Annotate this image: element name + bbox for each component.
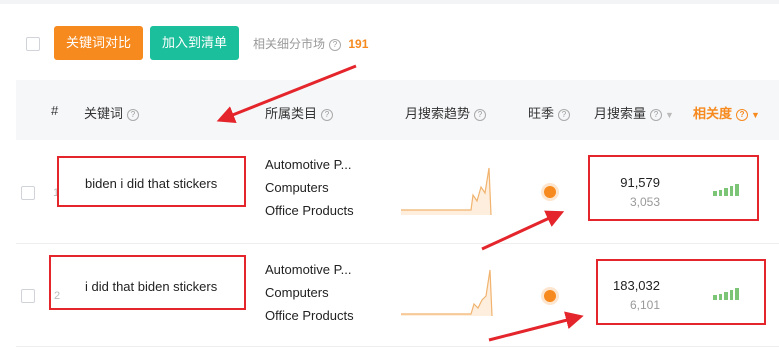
arrow-icon: [216, 64, 357, 124]
arrow-icon: [481, 210, 565, 251]
arrow-icon: [488, 311, 584, 342]
annotation-arrows: [216, 64, 584, 342]
